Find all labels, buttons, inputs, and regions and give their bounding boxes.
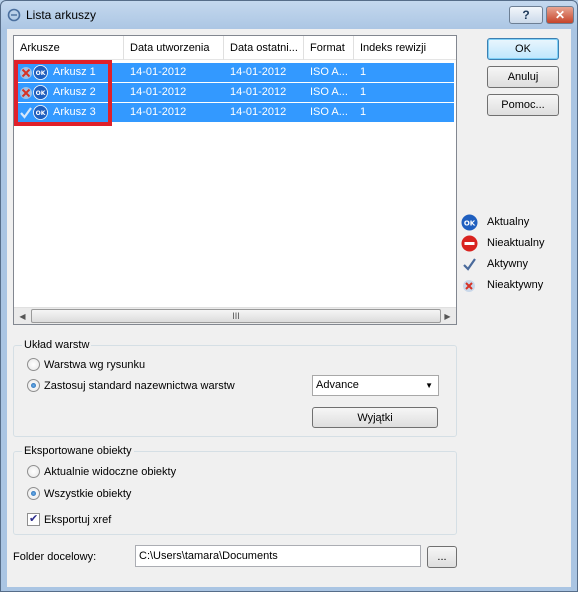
column-header-modified[interactable]: Data ostatni... [224,36,304,60]
horizontal-scrollbar[interactable]: ◀ III ▶ [14,307,456,324]
group-title: Eksportowane obiekty [22,445,134,457]
ok-icon: OK [461,214,478,230]
radio-all-objects[interactable]: Wszystkie obiekty [27,487,131,500]
ok-button[interactable]: OK [487,38,559,60]
radio-layer-by-drawing[interactable]: Warstwa wg rysunku [27,358,145,371]
scroll-right-icon[interactable]: ▶ [439,308,456,325]
revision: 1 [360,86,367,98]
dialog-client: Arkusze Data utworzenia Data ostatni... … [7,29,571,587]
chevron-down-icon: ▼ [425,381,433,390]
column-header-format[interactable]: Format [304,36,354,60]
destination-label: Folder docelowy: [13,551,97,563]
group-title: Układ warstw [22,339,92,351]
revision: 1 [360,106,367,118]
list-header: Arkusze Data utworzenia Data ostatni... … [14,36,456,60]
column-header-revision[interactable]: Indeks rewizji [354,36,456,60]
check-icon [463,257,476,271]
close-icon: ✕ [554,8,566,22]
format: ISO A... [310,66,348,78]
title-bar[interactable]: Lista arkuszy ? ✕ [1,1,577,29]
checkbox[interactable] [27,512,40,526]
radio-apply-standard[interactable]: Zastosuj standard nazewnictwa warstw [27,379,235,392]
revision: 1 [360,66,367,78]
browse-button[interactable]: ... [427,546,457,568]
scroll-left-icon[interactable]: ◀ [14,308,31,325]
column-header-created[interactable]: Data utworzenia [124,36,224,60]
app-icon [7,8,21,22]
sheet-list[interactable]: Arkusze Data utworzenia Data ostatni... … [13,35,457,325]
close-button[interactable]: ✕ [546,6,574,24]
legend-inactive: Nieaktywny [461,277,543,293]
help-button[interactable]: Pomoc... [487,94,559,116]
cross-icon [463,279,475,292]
modified-date: 14-01-2012 [230,66,287,78]
layers-group: Układ warstw Warstwa wg rysunku Zastosuj… [13,339,457,437]
created-date: 14-01-2012 [130,66,187,78]
radio-button[interactable] [27,358,40,371]
cancel-button[interactable]: Anuluj [487,66,559,88]
exported-objects-group: Eksportowane obiekty Aktualnie widoczne … [13,445,457,535]
dialog-window: Lista arkuszy ? ✕ Arkusze Data utworzeni… [0,0,578,592]
modified-date: 14-01-2012 [230,86,287,98]
format: ISO A... [310,86,348,98]
created-date: 14-01-2012 [130,106,187,118]
radio-button[interactable] [27,465,40,478]
legend-outdated: Nieaktualny [461,235,544,251]
created-date: 14-01-2012 [130,86,187,98]
help-title-button[interactable]: ? [509,6,543,24]
destination-path-input[interactable]: C:\Users\tamara\Documents [135,545,421,567]
annotation-highlight-box [14,60,112,126]
window-title: Lista arkuszy [26,8,97,22]
radio-button[interactable] [27,487,40,500]
scroll-grip: III [232,311,240,321]
standard-dropdown[interactable]: Advance ▼ [312,375,439,396]
radio-button[interactable] [27,379,40,392]
no-entry-icon [461,235,478,251]
export-xref-checkbox[interactable]: Eksportuj xref [27,512,111,526]
format: ISO A... [310,106,348,118]
legend-current: OK Aktualny [461,214,529,230]
modified-date: 14-01-2012 [230,106,287,118]
exceptions-button[interactable]: Wyjątki [312,407,438,428]
scroll-thumb[interactable]: III [31,309,441,323]
svg-text:OK: OK [464,219,476,227]
legend-active: Aktywny [461,256,528,272]
column-header-sheets[interactable]: Arkusze [14,36,124,60]
radio-visible-objects[interactable]: Aktualnie widoczne obiekty [27,465,176,478]
